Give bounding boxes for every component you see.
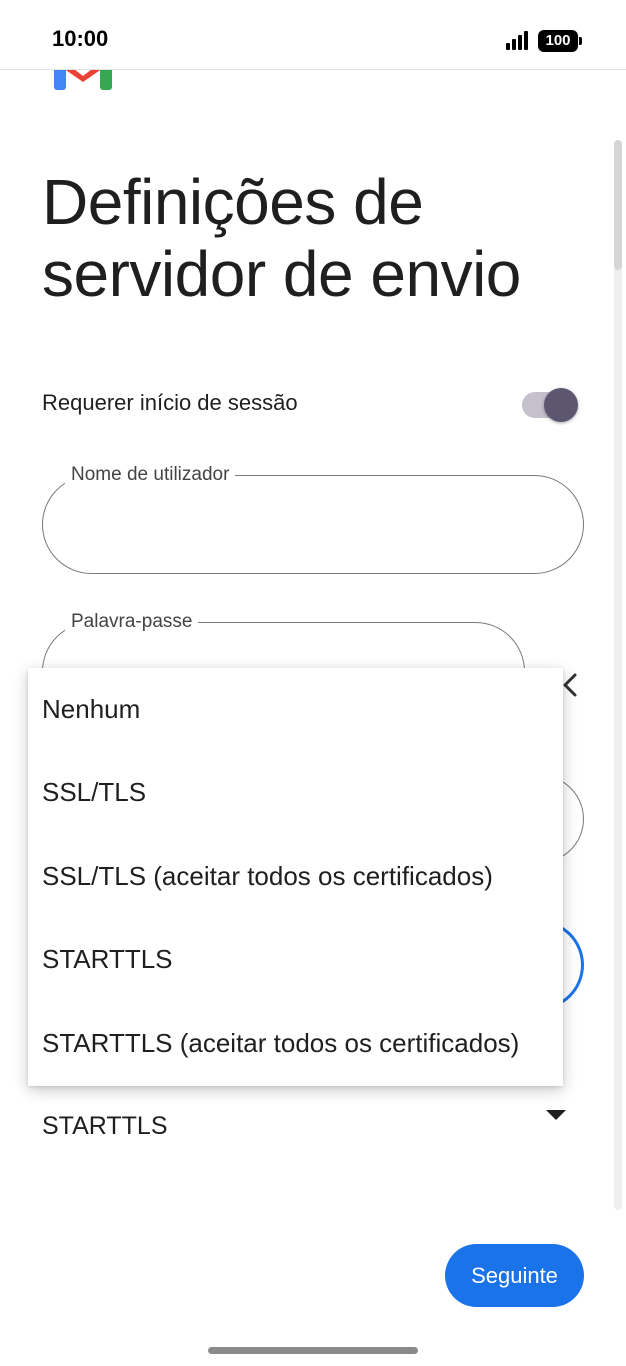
require-login-label: Requerer início de sessão	[42, 390, 298, 415]
menu-item-starttls[interactable]: STARTTLS	[28, 918, 563, 1001]
scrollbar-track[interactable]	[614, 140, 622, 1210]
menu-item-ssl-tls-accept-all[interactable]: SSL/TLS (aceitar todos os certificados)	[28, 835, 563, 918]
security-type-menu: Nenhum SSL/TLS SSL/TLS (aceitar todos os…	[28, 668, 563, 1086]
battery-icon: 100	[538, 30, 582, 52]
status-time: 10:00	[52, 26, 109, 51]
username-field-label: Nome de utilizador	[65, 464, 236, 486]
menu-item-ssl-tls[interactable]: SSL/TLS	[28, 751, 563, 834]
page-title: Definições de servidor de envio	[42, 166, 521, 310]
require-login-toggle[interactable]	[522, 388, 580, 422]
menu-item-none[interactable]: Nenhum	[28, 668, 563, 751]
cellular-signal-icon	[506, 30, 532, 50]
home-indicator[interactable]	[208, 1347, 418, 1354]
triangle-down-icon[interactable]	[546, 1110, 566, 1120]
security-type-select[interactable]: STARTTLS	[42, 1112, 168, 1141]
status-bar: 10:00 100	[0, 0, 626, 70]
username-field[interactable]: Nome de utilizador	[42, 464, 584, 574]
password-field-label: Palavra-passe	[65, 611, 199, 633]
next-button[interactable]: Seguinte	[445, 1244, 584, 1307]
scrollbar-thumb[interactable]	[614, 140, 622, 270]
menu-item-starttls-accept-all[interactable]: STARTTLS (aceitar todos os certificados)	[28, 1002, 563, 1085]
toggle-knob	[544, 388, 578, 422]
